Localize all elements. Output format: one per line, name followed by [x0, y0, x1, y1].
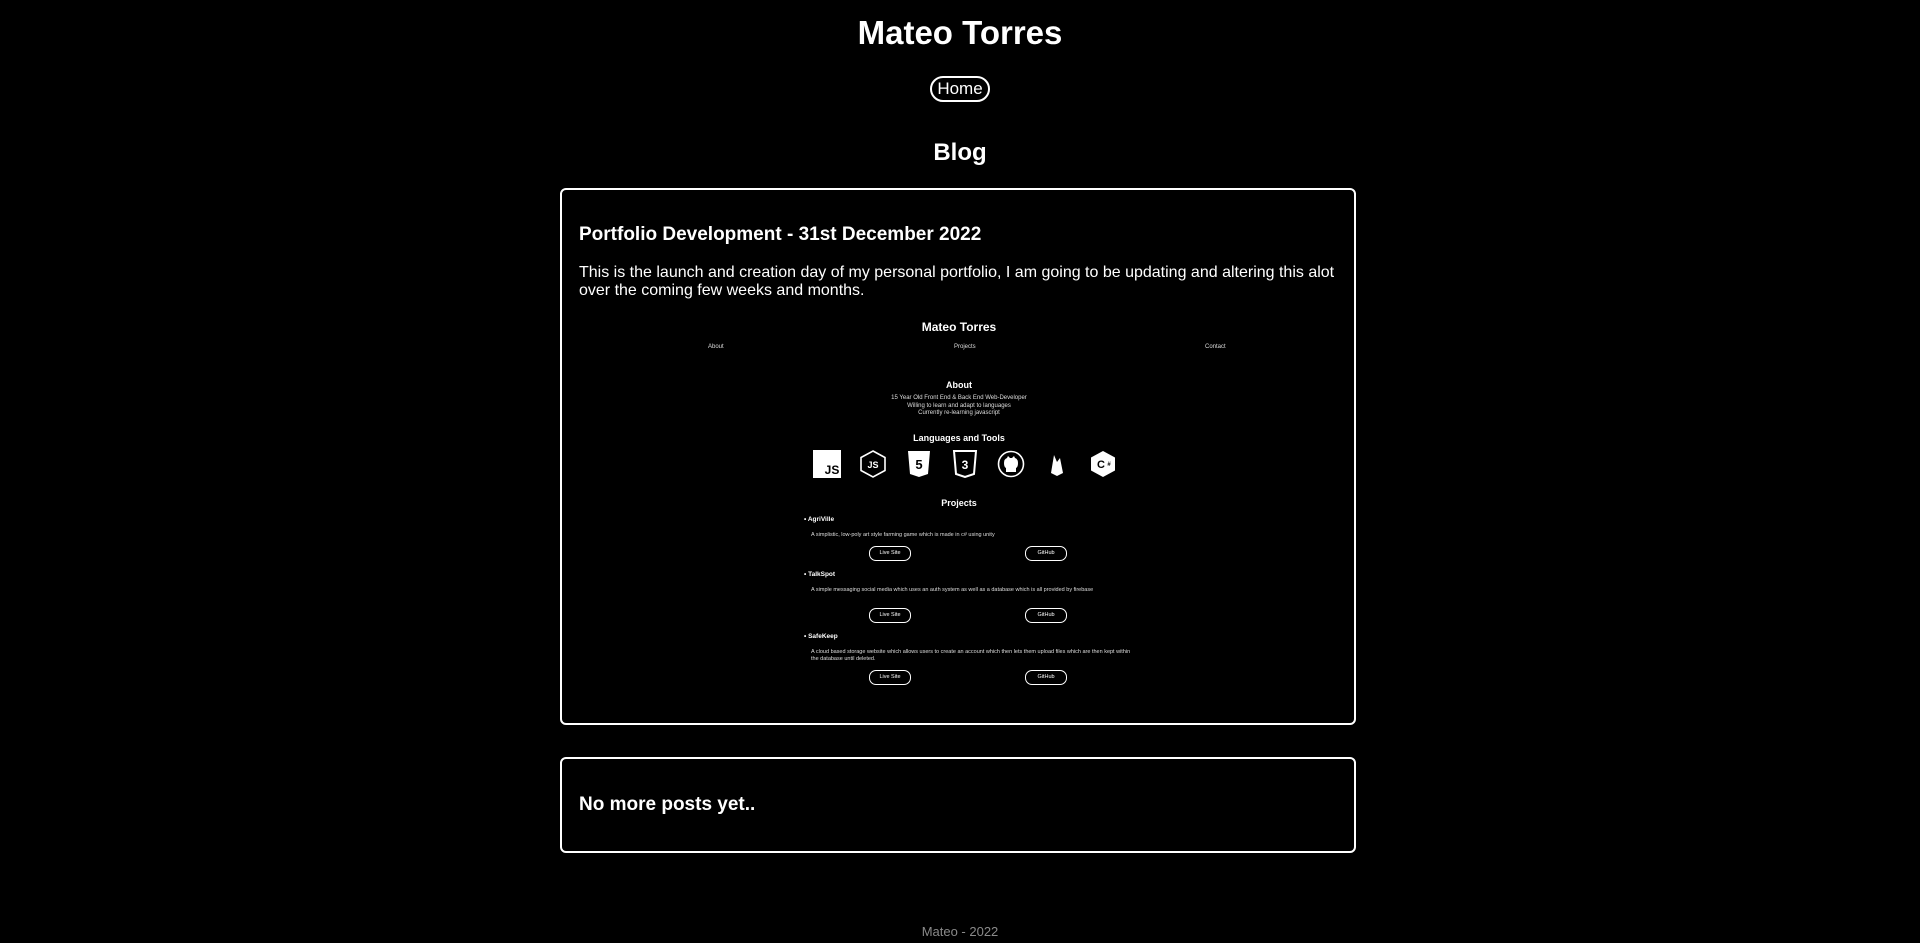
- svg-text:C: C: [1097, 459, 1105, 471]
- preview-nav-projects: Projects: [954, 344, 976, 350]
- preview-projects-heading: Projects: [941, 498, 977, 508]
- svg-text:3: 3: [962, 458, 969, 472]
- preview-nav-about: About: [708, 344, 724, 350]
- preview-about-text: 15 Year Old Front End & Back End Web-Dev…: [579, 395, 1339, 418]
- preview-about-line: Willing to learn and adapt to languages: [907, 402, 1011, 409]
- preview-about-heading: About: [946, 380, 972, 390]
- github-icon: [997, 450, 1025, 478]
- svg-text:5: 5: [915, 457, 922, 472]
- preview-project-name: • TalkSpot: [804, 571, 836, 578]
- preview-live-site-button: Live Site: [869, 670, 911, 685]
- javascript-icon: JS: [813, 450, 841, 478]
- preview-project-description: A simple messaging social media which us…: [811, 587, 1094, 593]
- portfolio-screenshot: Mateo Torres About Projects Contact Abou…: [579, 320, 1339, 710]
- html5-icon: 5: [908, 451, 930, 477]
- preview-about-line: Currently re-learning javascript: [918, 410, 1000, 416]
- preview-github-button: GitHub: [1025, 670, 1067, 685]
- preview-live-site-button: Live Site: [869, 608, 911, 623]
- post-body: This is the launch and creation day of m…: [579, 264, 1335, 299]
- preview-github-button: GitHub: [1025, 546, 1067, 561]
- preview-project-name: • AgriVille: [804, 516, 835, 523]
- no-more-posts-card: No more posts yet..: [560, 757, 1356, 853]
- preview-github-button: GitHub: [1025, 608, 1067, 623]
- preview-project-description: A simplistic, low-poly art style farming…: [811, 532, 995, 538]
- footer-text: Mateo - 2022: [921, 924, 999, 939]
- preview-live-site-button: Live Site: [869, 546, 911, 561]
- site-title: Mateo Torres: [857, 14, 1063, 51]
- svg-text:JS: JS: [825, 463, 840, 477]
- preview-site-title: Mateo Torres: [921, 320, 997, 334]
- preview-languages-heading: Languages and Tools: [913, 433, 1005, 443]
- preview-about-line: 15 Year Old Front End & Back End Web-Dev…: [891, 395, 1027, 401]
- preview-project-description: A cloud based storage website which allo…: [811, 649, 1131, 662]
- preview-nav-contact: Contact: [1205, 344, 1226, 350]
- preview-project-name: • SafeKeep: [804, 633, 838, 640]
- csharp-icon: C #: [1091, 451, 1115, 477]
- blog-section-title: Blog: [933, 139, 987, 166]
- svg-text:JS: JS: [867, 460, 878, 470]
- post-title: Portfolio Development - 31st December 20…: [579, 224, 982, 245]
- firebase-icon: [1051, 455, 1063, 476]
- preview-icon-row: JS JS 5 3 C #: [813, 450, 1123, 480]
- blog-post-card: Portfolio Development - 31st December 20…: [560, 188, 1356, 725]
- nav-home-link[interactable]: Home: [930, 76, 990, 102]
- nodejs-icon: JS: [860, 450, 886, 478]
- no-more-posts-message: No more posts yet..: [579, 794, 756, 815]
- css3-icon: 3: [952, 450, 978, 478]
- main-nav: Home: [0, 76, 1920, 102]
